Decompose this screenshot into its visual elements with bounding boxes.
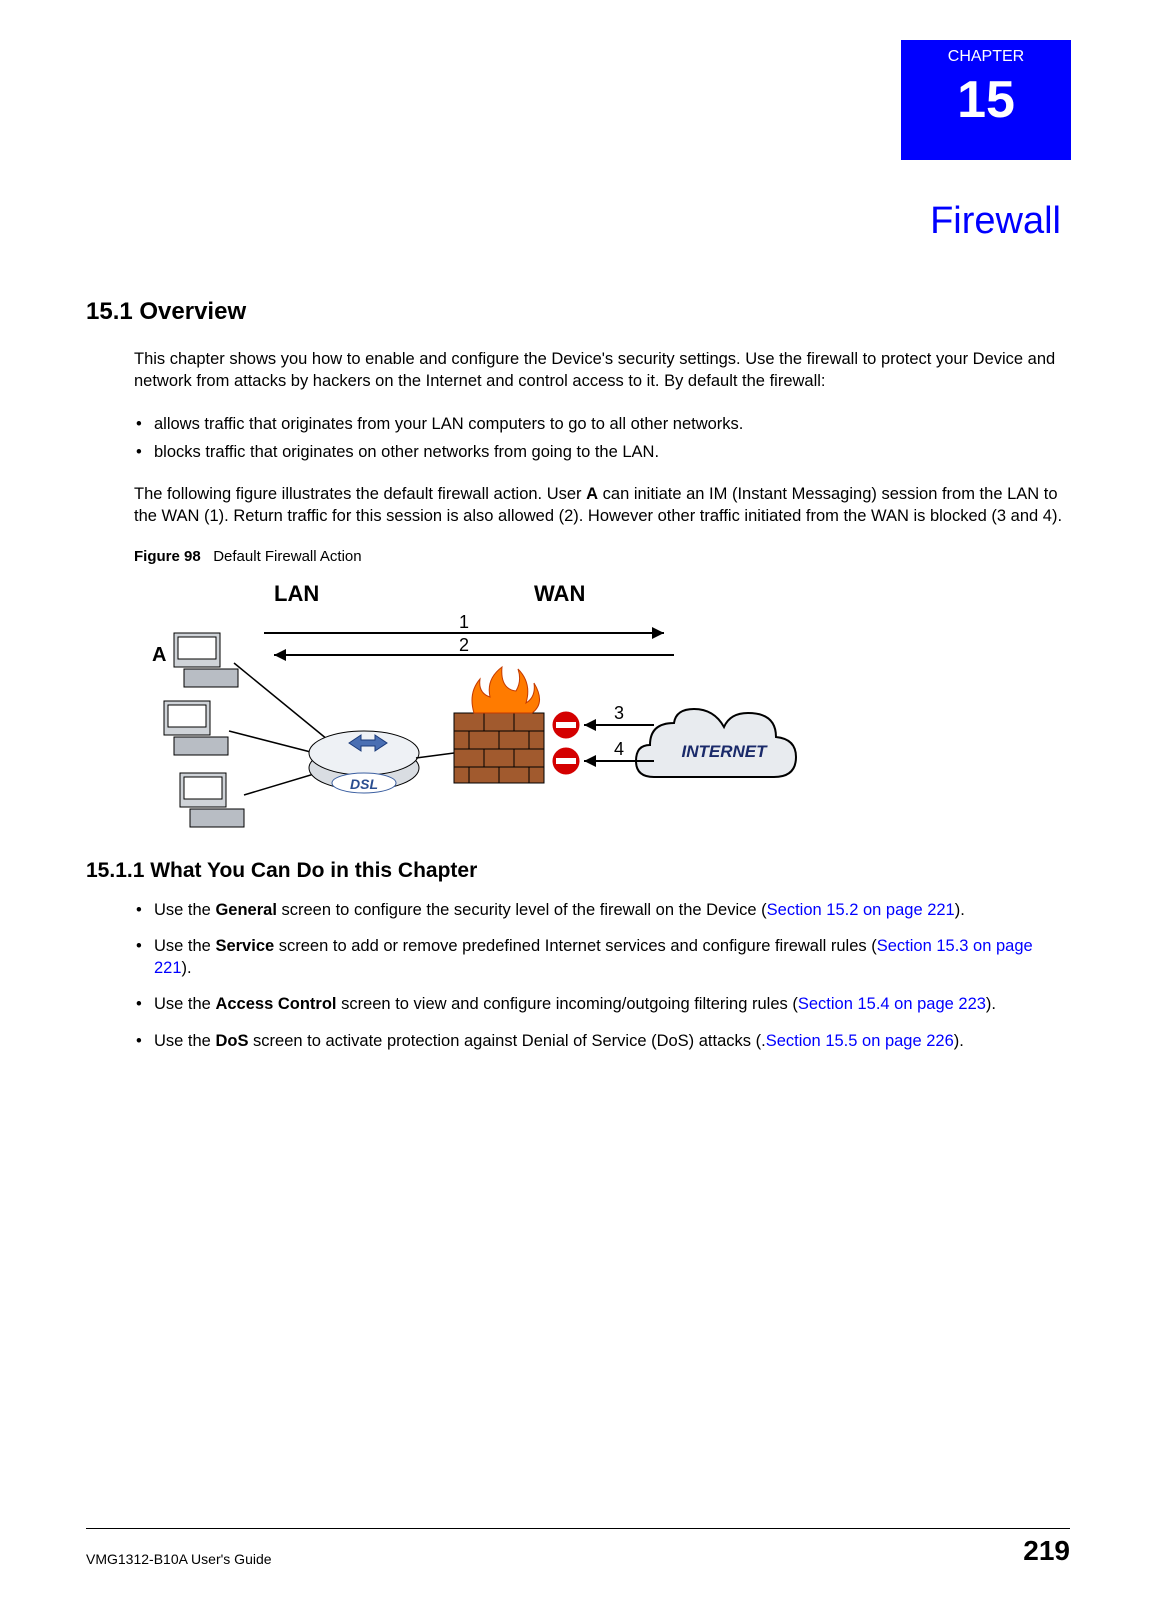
lan-pc-icon — [174, 633, 238, 687]
chapter-title: Firewall — [930, 200, 1061, 243]
desc-bold: A — [586, 485, 598, 503]
default-firewall-bullets: allows traffic that originates from your… — [134, 413, 1070, 464]
page-content: 15.1 Overview This chapter shows you how… — [86, 298, 1070, 1066]
footer-guide-name: VMG1312-B10A User's Guide — [86, 1551, 272, 1567]
stop-sign-icon — [551, 746, 581, 776]
arrow-label-4: 4 — [614, 739, 624, 759]
cross-reference-link[interactable]: Section 15.4 on page 223 — [798, 995, 986, 1013]
page-number: 219 — [1023, 1535, 1070, 1567]
cross-reference-link[interactable]: Section 15.5 on page 226 — [766, 1032, 954, 1050]
arrow-label-2: 2 — [459, 635, 469, 655]
stop-sign-icon — [551, 710, 581, 740]
section-heading-whatyoucando: 15.1.1 What You Can Do in this Chapter — [86, 859, 1070, 883]
internet-label: INTERNET — [682, 742, 769, 761]
firewall-icon — [454, 667, 544, 783]
bullet-item: blocks traffic that originates on other … — [134, 441, 1070, 463]
figure-number: Figure 98 — [134, 548, 201, 565]
diagram-label-lan: LAN — [274, 581, 319, 606]
section-heading-overview: 15.1 Overview — [86, 298, 1070, 326]
arrow-label-3: 3 — [614, 703, 624, 723]
list-item: Use the General screen to configure the … — [134, 899, 1070, 921]
desc-pre: The following figure illustrates the def… — [134, 485, 586, 503]
list-item: Use the DoS screen to activate protectio… — [134, 1030, 1070, 1052]
dsl-router-icon: DSL — [309, 731, 419, 793]
chapter-box: CHAPTER 15 — [901, 40, 1071, 160]
dsl-label: DSL — [350, 776, 378, 792]
firewall-diagram: LAN WAN A — [134, 573, 834, 833]
page-footer: VMG1312-B10A User's Guide 219 — [86, 1528, 1070, 1567]
arrow-label-1: 1 — [459, 612, 469, 632]
chapter-label: CHAPTER — [948, 48, 1024, 65]
default-action-desc: The following figure illustrates the def… — [134, 483, 1070, 528]
figure-caption: Figure 98 Default Firewall Action — [134, 548, 1070, 565]
lan-pc-icon — [164, 701, 228, 755]
bullet-item: allows traffic that originates from your… — [134, 413, 1070, 435]
chapter-actions-list: Use the General screen to configure the … — [134, 899, 1070, 1052]
list-item: Use the Access Control screen to view an… — [134, 993, 1070, 1015]
diagram-label-a: A — [152, 644, 166, 666]
overview-intro: This chapter shows you how to enable and… — [134, 348, 1070, 393]
chapter-number: 15 — [901, 70, 1071, 130]
cross-reference-link[interactable]: Section 15.2 on page 221 — [767, 901, 955, 919]
diagram-label-wan: WAN — [534, 581, 585, 606]
figure-title: Default Firewall Action — [213, 548, 361, 565]
internet-cloud-icon: INTERNET — [636, 709, 796, 777]
list-item: Use the Service screen to add or remove … — [134, 935, 1070, 980]
lan-pc-icon — [180, 773, 244, 827]
